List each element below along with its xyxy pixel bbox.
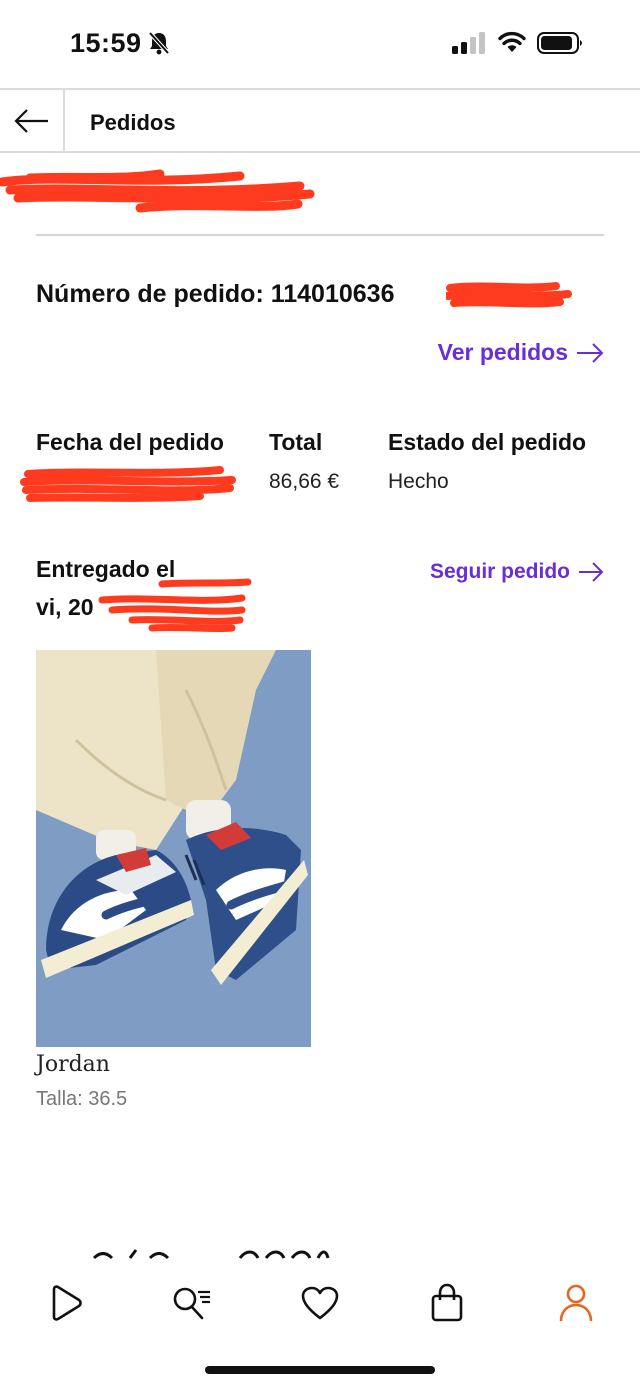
product-image[interactable] xyxy=(36,650,311,1047)
play-icon xyxy=(52,1285,82,1321)
order-date-label: Fecha del pedido xyxy=(36,429,224,455)
profile-icon xyxy=(559,1284,593,1322)
signal-icon xyxy=(452,32,485,54)
battery-icon xyxy=(537,32,582,54)
redacted-scribble xyxy=(98,578,252,633)
tab-cart[interactable] xyxy=(424,1280,470,1326)
home-indicator xyxy=(205,1366,435,1374)
redacted-scribble xyxy=(20,466,236,502)
product-size: Talla: 36.5 xyxy=(36,1088,128,1110)
bell-slash-icon xyxy=(148,31,170,55)
arrow-right-icon xyxy=(579,562,604,582)
page-title: Pedidos xyxy=(90,110,176,135)
status-bar: 15:59 xyxy=(0,0,640,88)
section-divider xyxy=(36,234,604,236)
delivered-date: vi, 20 xyxy=(36,594,94,620)
view-orders-link[interactable]: Ver pedidos xyxy=(438,339,604,366)
heart-icon xyxy=(301,1286,339,1320)
tab-bar xyxy=(0,1262,640,1342)
tab-profile[interactable] xyxy=(553,1280,599,1326)
top-nav: Pedidos xyxy=(0,88,640,153)
wifi-icon xyxy=(498,31,526,52)
back-button[interactable] xyxy=(0,90,65,151)
arrow-left-icon xyxy=(13,108,48,133)
product-name: Jordan xyxy=(36,1052,110,1077)
order-number: Número de pedido: 114010636 xyxy=(36,280,395,308)
tab-home[interactable] xyxy=(42,1280,88,1326)
arrow-right-icon xyxy=(577,342,604,363)
view-orders-label: Ver pedidos xyxy=(437,339,568,365)
order-status-label: Estado del pedido xyxy=(388,429,587,455)
track-order-label: Seguir pedido xyxy=(429,560,570,583)
redacted-scribble xyxy=(0,169,315,213)
redacted-scribble xyxy=(446,282,572,308)
total-value: 86,66 € xyxy=(269,470,340,493)
order-status-value: Hecho xyxy=(388,470,449,493)
shopping-bag-icon xyxy=(431,1283,463,1322)
cut-off-text xyxy=(92,1249,330,1260)
track-order-link[interactable]: Seguir pedido xyxy=(430,560,604,584)
tab-search[interactable] xyxy=(168,1280,214,1326)
status-time: 15:59 xyxy=(70,28,142,58)
tab-wishlist[interactable] xyxy=(297,1280,343,1326)
search-list-icon xyxy=(173,1287,210,1320)
total-label: Total xyxy=(269,429,323,455)
